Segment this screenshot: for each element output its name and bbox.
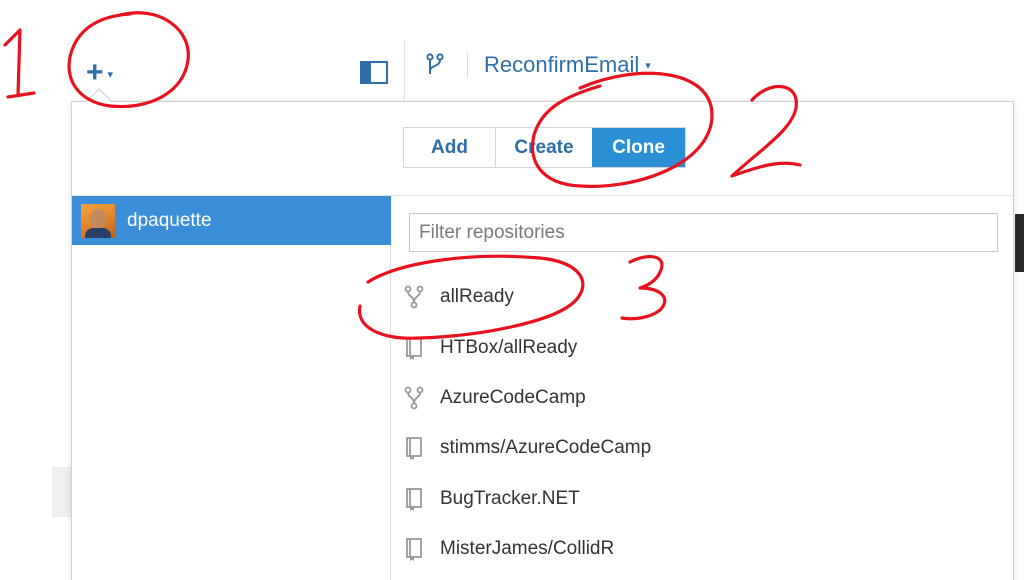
toolbar-divider bbox=[404, 40, 405, 100]
tab-clone[interactable]: Clone bbox=[592, 128, 685, 167]
toolbar-divider bbox=[467, 52, 468, 78]
toolbar: + ▾ ReconfirmEmail ▾ bbox=[0, 0, 1024, 100]
list-item[interactable]: BugTracker.NET bbox=[402, 474, 1002, 524]
mode-tabs: Add Create Clone bbox=[403, 127, 686, 168]
sidebar-toggle-button[interactable] bbox=[360, 61, 388, 84]
repo-icon bbox=[406, 437, 422, 461]
list-item[interactable]: stimms/AzureCodeCamp bbox=[402, 423, 1002, 473]
repo-icon bbox=[406, 538, 422, 562]
avatar bbox=[81, 203, 115, 238]
sidebar-toggle-icon bbox=[362, 63, 371, 82]
branch-name-label: ReconfirmEmail bbox=[484, 52, 640, 77]
repo-name: BugTracker.NET bbox=[440, 487, 580, 509]
branch-selector[interactable]: ReconfirmEmail ▾ bbox=[484, 52, 651, 78]
repo-name: AzureCodeCamp bbox=[440, 386, 586, 408]
fork-icon bbox=[404, 285, 424, 309]
tab-add[interactable]: Add bbox=[404, 128, 496, 167]
add-repository-button[interactable]: + ▾ bbox=[86, 58, 136, 88]
list-item[interactable]: AzureCodeCamp bbox=[402, 373, 1002, 423]
branch-icon bbox=[426, 53, 444, 74]
repository-list: allReady HTBox/allReady AzureCodeCamp st… bbox=[402, 272, 1002, 574]
tab-create[interactable]: Create bbox=[496, 128, 592, 167]
repo-name: MisterJames/CollidR bbox=[440, 538, 615, 560]
list-item[interactable]: HTBox/allReady bbox=[402, 322, 1002, 372]
chevron-down-icon: ▾ bbox=[107, 68, 114, 81]
background-panel bbox=[52, 467, 72, 517]
account-list: dpaquette bbox=[72, 196, 391, 580]
add-repository-popup: Add Create Clone dpaquette allReady bbox=[71, 101, 1015, 580]
repo-icon bbox=[406, 336, 422, 360]
list-item[interactable]: allReady bbox=[402, 272, 1002, 322]
list-item[interactable]: MisterJames/CollidR bbox=[402, 524, 1002, 574]
background-panel bbox=[1015, 214, 1024, 272]
chevron-down-icon: ▾ bbox=[645, 59, 651, 72]
repo-name: HTBox/allReady bbox=[440, 336, 578, 358]
fork-icon bbox=[404, 386, 424, 410]
filter-repositories-input[interactable] bbox=[409, 213, 998, 252]
plus-icon: + bbox=[86, 56, 104, 89]
account-name: dpaquette bbox=[127, 209, 212, 231]
account-item[interactable]: dpaquette bbox=[72, 196, 391, 245]
repo-name: stimms/AzureCodeCamp bbox=[440, 437, 652, 459]
repo-icon bbox=[406, 487, 422, 511]
repo-name: allReady bbox=[440, 286, 514, 308]
